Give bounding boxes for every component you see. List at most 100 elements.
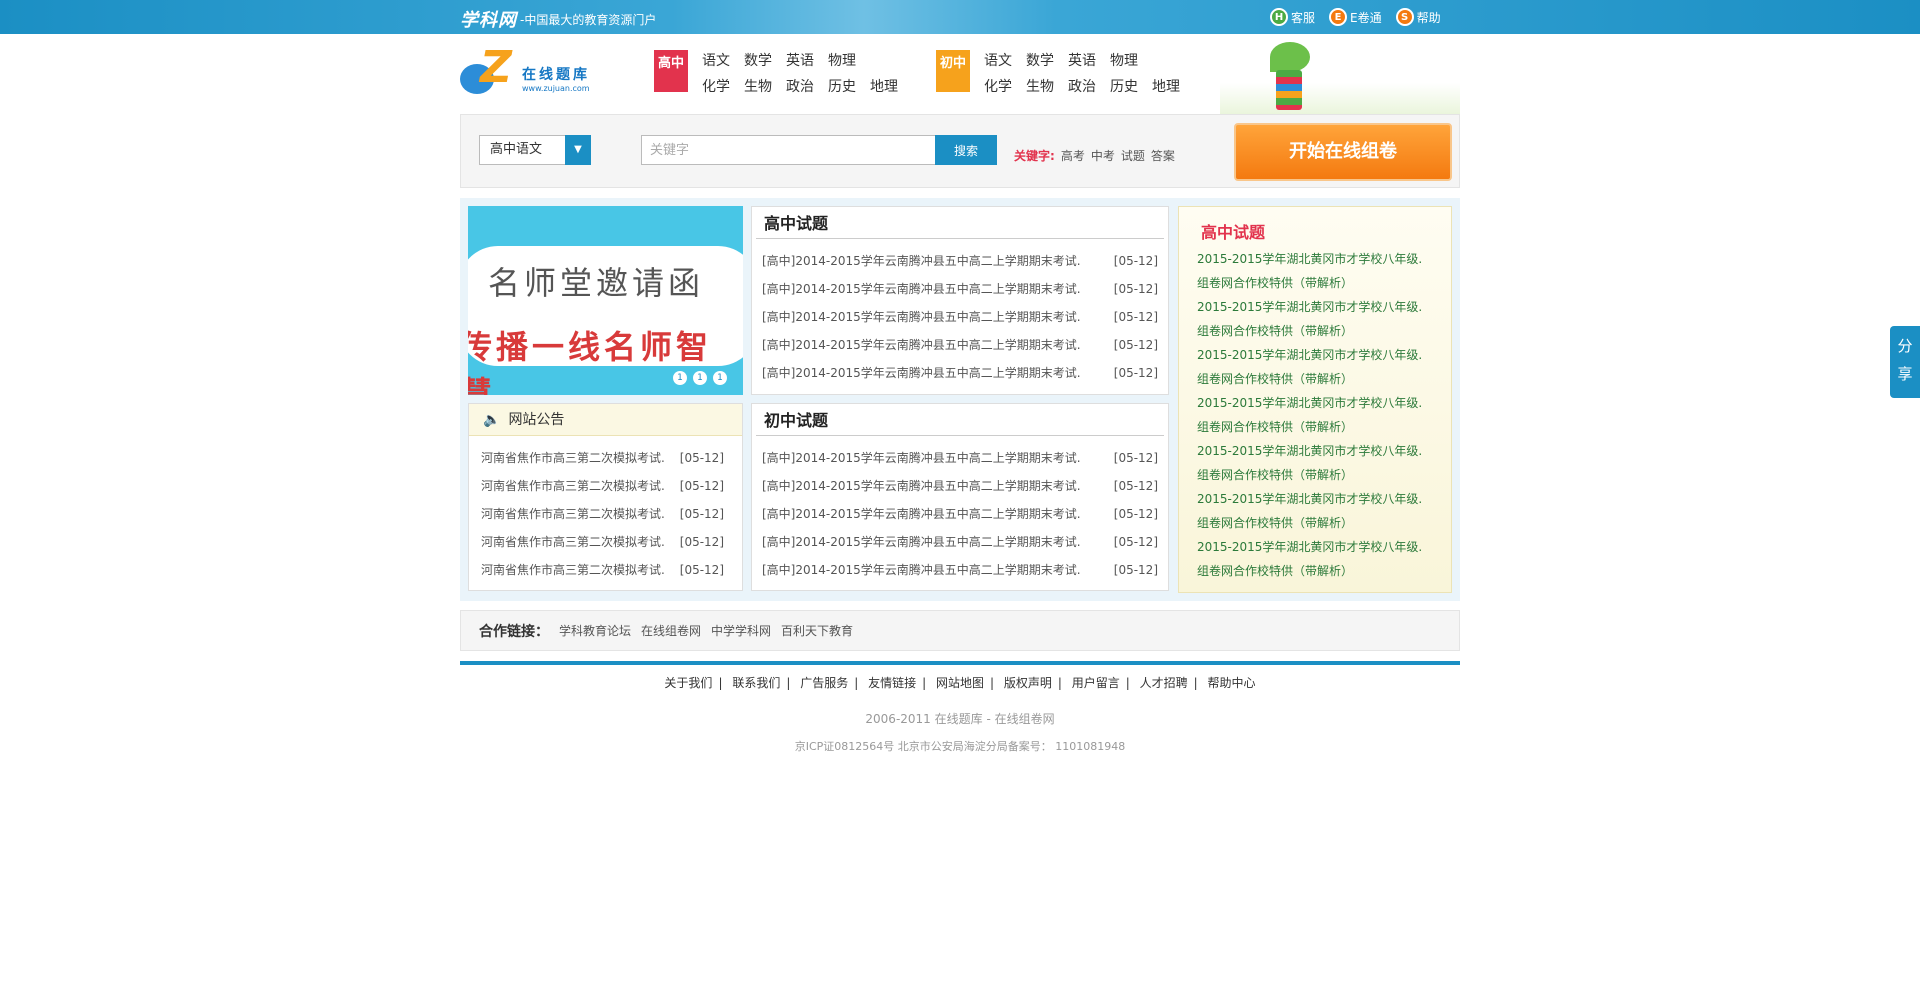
hot-keyword-link[interactable]: 试题 <box>1121 147 1145 164</box>
footer-link[interactable]: 友情链接 <box>864 676 920 690</box>
subject-link[interactable]: 物理 <box>1110 50 1152 70</box>
list-item[interactable]: 组卷网合作校特供（带解析） <box>1197 415 1451 439</box>
list-item[interactable]: 河南省焦作市高三第二次模拟考试. [05-12] <box>469 528 742 556</box>
hot-keyword-link[interactable]: 中考 <box>1091 147 1115 164</box>
banner-pager-dot[interactable]: 1 <box>693 371 707 385</box>
footer-link[interactable]: 用户留言 <box>1068 676 1124 690</box>
partner-link[interactable]: 百利天下教育 <box>781 622 853 639</box>
keyword-input[interactable] <box>641 135 937 165</box>
list-item[interactable]: 2015-2015学年湖北黄冈市才学校八年级. <box>1197 391 1451 415</box>
subject-link[interactable]: 数学 <box>1026 50 1068 70</box>
promo-banner[interactable]: 名师堂邀请函 传播一线名师智慧 1 1 1 <box>468 206 743 395</box>
start-compose-button[interactable]: 开始在线组卷 <box>1234 123 1452 181</box>
subject-link[interactable]: 政治 <box>786 76 828 96</box>
list-item[interactable]: 组卷网合作校特供（带解析） <box>1197 271 1451 295</box>
list-item[interactable]: 2015-2015学年湖北黄冈市才学校八年级. <box>1197 343 1451 367</box>
footer-link[interactable]: 人才招聘 <box>1136 676 1192 690</box>
notice-text: 河南省焦作市高三第二次模拟考试. <box>481 563 665 577</box>
brand-name[interactable]: 学科网 <box>460 6 517 32</box>
top-nav-service[interactable]: H 客服 <box>1270 8 1315 26</box>
exam-date: [05-12] <box>1113 366 1158 380</box>
exam-date: [05-12] <box>1113 310 1158 324</box>
list-item[interactable]: [高中]2014-2015学年云南腾冲县五中高二上学期期末考试. [05-12] <box>752 472 1168 500</box>
list-item[interactable]: 2015-2015学年湖北黄冈市才学校八年级. <box>1197 439 1451 463</box>
subject-link[interactable]: 数学 <box>744 50 786 70</box>
hot-keyword-link[interactable]: 答案 <box>1151 147 1175 164</box>
list-item[interactable]: [高中]2014-2015学年云南腾冲县五中高二上学期期末考试. [05-12] <box>752 444 1168 472</box>
subject-link[interactable]: 语文 <box>984 50 1026 70</box>
banner-line-1: 名师堂邀请函 <box>488 264 705 302</box>
brand-slogan: -中国最大的教育资源门户 <box>520 13 657 27</box>
list-item[interactable]: 组卷网合作校特供（带解析） <box>1197 559 1451 583</box>
subject-link[interactable]: 英语 <box>1068 50 1110 70</box>
logo-title: 在线题库 <box>522 67 590 83</box>
top-nav-help[interactable]: S 帮助 <box>1395 8 1441 26</box>
exam-date: [05-12] <box>1113 507 1158 521</box>
subject-link[interactable]: 英语 <box>786 50 828 70</box>
list-item[interactable]: 组卷网合作校特供（带解析） <box>1197 463 1451 487</box>
subject-link[interactable]: 历史 <box>1110 76 1152 96</box>
list-item[interactable]: 河南省焦作市高三第二次模拟考试. [05-12] <box>469 472 742 500</box>
footer-link[interactable]: 网站地图 <box>932 676 988 690</box>
list-item[interactable]: [高中]2014-2015学年云南腾冲县五中高二上学期期末考试. [05-12] <box>752 556 1168 584</box>
list-item[interactable]: 河南省焦作市高三第二次模拟考试. [05-12] <box>469 444 742 472</box>
list-item[interactable]: [高中]2014-2015学年云南腾冲县五中高二上学期期末考试. [05-12] <box>752 275 1168 303</box>
list-item[interactable]: 2015-2015学年湖北黄冈市才学校八年级. <box>1197 487 1451 511</box>
top-nav-ejuantong[interactable]: E E卷通 <box>1329 8 1382 26</box>
subject-link[interactable]: 语文 <box>702 50 744 70</box>
site-notice-panel: 🔈 网站公告 河南省焦作市高三第二次模拟考试. [05-12] 河南省焦作市高三第… <box>468 403 743 591</box>
subject-link[interactable]: 地理 <box>1152 76 1194 96</box>
footer-link[interactable]: 广告服务 <box>796 676 852 690</box>
subject-link[interactable]: 生物 <box>1026 76 1068 96</box>
partner-links-label: 合作链接： <box>479 623 549 640</box>
footer-link[interactable]: 关于我们 <box>660 676 716 690</box>
partner-links: 合作链接： 学科教育论坛 在线组卷网 中学学科网 百利天下教育 <box>460 610 1460 651</box>
subject-link[interactable]: 化学 <box>984 76 1026 96</box>
subject-link[interactable]: 政治 <box>1068 76 1110 96</box>
subject-link[interactable]: 物理 <box>828 50 870 70</box>
chevron-down-icon[interactable]: ▼ <box>565 135 591 165</box>
list-item[interactable]: 河南省焦作市高三第二次模拟考试. [05-12] <box>469 500 742 528</box>
banner-pager-dot[interactable]: 1 <box>673 371 687 385</box>
list-item[interactable]: 组卷网合作校特供（带解析） <box>1197 511 1451 535</box>
footer-link[interactable]: 帮助中心 <box>1204 676 1260 690</box>
footer-link[interactable]: 版权声明 <box>1000 676 1056 690</box>
partner-link[interactable]: 在线组卷网 <box>641 622 701 639</box>
speaker-icon: 🔈 <box>483 411 501 428</box>
subject-select[interactable]: 高中语文 ▼ <box>479 135 591 165</box>
top-nav-label: 帮助 <box>1416 10 1441 25</box>
list-item[interactable]: [高中]2014-2015学年云南腾冲县五中高二上学期期末考试. [05-12] <box>752 247 1168 275</box>
leaf-icon <box>1270 42 1310 72</box>
partner-link[interactable]: 中学学科网 <box>711 622 771 639</box>
list-item[interactable]: [高中]2014-2015学年云南腾冲县五中高二上学期期末考试. [05-12] <box>752 500 1168 528</box>
search-button[interactable]: 搜索 <box>935 135 997 165</box>
list-item[interactable]: [高中]2014-2015学年云南腾冲县五中高二上学期期末考试. [05-12] <box>752 303 1168 331</box>
hot-keyword-link[interactable]: 高考 <box>1061 147 1085 164</box>
list-item[interactable]: 2015-2015学年湖北黄冈市才学校八年级. <box>1197 295 1451 319</box>
footer-link[interactable]: 联系我们 <box>728 676 784 690</box>
subject-link[interactable]: 生物 <box>744 76 786 96</box>
banner-pager-dot[interactable]: 1 <box>713 371 727 385</box>
subject-link[interactable]: 历史 <box>828 76 870 96</box>
site-logo[interactable]: Z 在线题库 www.zujuan.com <box>460 46 615 96</box>
exam-date: [05-12] <box>1113 338 1158 352</box>
notice-date: [05-12] <box>679 479 724 493</box>
list-item[interactable]: [高中]2014-2015学年云南腾冲县五中高二上学期期末考试. [05-12] <box>752 331 1168 359</box>
list-item[interactable]: 组卷网合作校特供（带解析） <box>1197 367 1451 391</box>
partner-link[interactable]: 学科教育论坛 <box>559 622 631 639</box>
senior-exams-title: 高中试题 <box>756 207 1164 239</box>
list-item[interactable]: [高中]2014-2015学年云南腾冲县五中高二上学期期末考试. [05-12] <box>752 528 1168 556</box>
share-button[interactable]: 分 享 <box>1890 326 1920 398</box>
list-item[interactable]: 组卷网合作校特供（带解析） <box>1197 319 1451 343</box>
list-item[interactable]: 2015-2015学年湖北黄冈市才学校八年级. <box>1197 535 1451 559</box>
subject-link[interactable]: 化学 <box>702 76 744 96</box>
subject-spacer <box>1152 50 1194 70</box>
notice-title: 网站公告 <box>508 411 565 428</box>
list-item[interactable]: [高中]2014-2015学年云南腾冲县五中高二上学期期末考试. [05-12] <box>752 359 1168 387</box>
senior-level-tag: 高中 <box>654 50 688 92</box>
list-item[interactable]: 河南省焦作市高三第二次模拟考试. [05-12] <box>469 556 742 584</box>
list-item[interactable]: 2015-2015学年湖北黄冈市才学校八年级. <box>1197 247 1451 271</box>
notice-text: 河南省焦作市高三第二次模拟考试. <box>481 535 665 549</box>
exam-date: [05-12] <box>1113 563 1158 577</box>
subject-link[interactable]: 地理 <box>870 76 912 96</box>
